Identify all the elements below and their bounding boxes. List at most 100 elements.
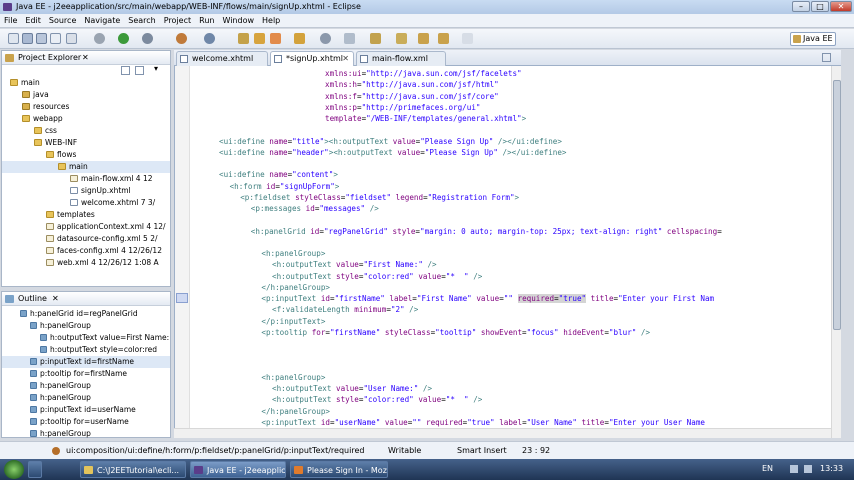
volume-icon[interactable]	[804, 465, 812, 473]
forward-arrow-icon[interactable]	[438, 33, 449, 44]
open-perspective-icon[interactable]	[204, 33, 215, 44]
close-tab-icon[interactable]: ✕	[342, 52, 349, 66]
clock[interactable]: 13:33	[820, 464, 843, 473]
open-project-icon[interactable]	[254, 33, 265, 44]
open-type-icon[interactable]	[66, 33, 77, 44]
minimize-button[interactable]: –	[792, 1, 810, 12]
outline-item[interactable]: p:tooltip for=userName	[2, 416, 170, 428]
next-annotation-icon[interactable]	[370, 33, 381, 44]
folder-icon	[34, 127, 42, 134]
tree-item[interactable]: main-flow.xml 4 12	[2, 173, 170, 185]
view-menu-icon[interactable]: ▾	[154, 64, 158, 73]
outline-item[interactable]: p:inputText id=firstName	[2, 356, 170, 368]
tree-item[interactable]: main	[2, 77, 170, 89]
save-all-icon[interactable]	[36, 33, 47, 44]
firefox-pinned-icon[interactable]	[28, 461, 42, 478]
tree-item[interactable]: web.xml 4 12/26/12 1:08 A	[2, 257, 170, 269]
taskbar-eclipse[interactable]: Java EE - j2eeapplicat...	[190, 461, 286, 478]
tree-item[interactable]: resources	[2, 101, 170, 113]
file-icon	[70, 199, 78, 206]
globe-icon[interactable]	[320, 33, 331, 44]
outline-item[interactable]: h:outputText style=color:red	[2, 344, 170, 356]
outline-item[interactable]: h:panelGrid id=regPanelGrid	[2, 308, 170, 320]
taskbar-firefox[interactable]: Please Sign In - Mozi...	[290, 461, 388, 478]
outline-item[interactable]: h:outputText value=First Name:	[2, 332, 170, 344]
new-server-icon[interactable]	[176, 33, 187, 44]
outline-item[interactable]: p:inputText id=userName	[2, 404, 170, 416]
outline-item[interactable]: h:panelGroup	[2, 320, 170, 332]
menu-window[interactable]: Window	[218, 14, 258, 28]
menu-project[interactable]: Project	[160, 14, 195, 28]
tab-signup[interactable]: *signUp.xhtml ✕	[270, 51, 354, 66]
code-token: hideEvent	[558, 327, 605, 337]
new-file-icon[interactable]	[8, 33, 19, 44]
xml-file-icon	[360, 55, 368, 63]
code-token: "signUpForm"	[279, 181, 335, 191]
code-editor[interactable]: xmlns:ui = "http://java.sun.com/jsf/facele…	[174, 66, 841, 438]
save-icon[interactable]	[22, 33, 33, 44]
editor-gutter	[175, 66, 190, 437]
pencil-icon[interactable]	[270, 33, 281, 44]
annotation-icon[interactable]	[344, 33, 355, 44]
tab-main-flow[interactable]: main-flow.xml	[356, 51, 446, 66]
menu-search[interactable]: Search	[124, 14, 159, 28]
code-token: >	[521, 114, 527, 123]
external-tools-icon[interactable]	[142, 33, 153, 44]
editor-vertical-scrollbar[interactable]	[831, 66, 841, 438]
element-node-icon	[30, 394, 37, 401]
perspective-java-ee[interactable]: Java EE	[790, 32, 836, 46]
collapse-all-icon[interactable]	[121, 66, 130, 75]
tree-item[interactable]: flows	[2, 149, 170, 161]
eclipse-app-icon	[3, 3, 12, 11]
outline-item[interactable]: p:tooltip for=firstName	[2, 368, 170, 380]
close-icon[interactable]: ✕	[82, 51, 89, 65]
maximize-button[interactable]: □	[811, 1, 829, 12]
language-indicator[interactable]: EN	[762, 464, 773, 473]
tree-item[interactable]: webapp	[2, 113, 170, 125]
menu-run[interactable]: Run	[195, 14, 218, 28]
tree-item-label: java	[33, 90, 49, 99]
outline-item[interactable]: h:panelGroup	[2, 380, 170, 392]
tab-welcome[interactable]: welcome.xhtml	[176, 51, 268, 66]
start-button[interactable]	[4, 460, 24, 479]
link-editor-icon[interactable]	[135, 66, 144, 75]
code-line: <h:form id="signUpForm">	[230, 181, 340, 193]
code-token: "User Name"	[526, 417, 577, 427]
close-icon[interactable]: ✕	[52, 292, 59, 306]
toggle-icon[interactable]	[294, 33, 305, 44]
scrollbar-thumb[interactable]	[833, 80, 841, 330]
minimize-editor-icon[interactable]	[822, 53, 831, 62]
tree-item[interactable]: templates	[2, 209, 170, 221]
run-icon[interactable]	[118, 33, 129, 44]
previous-annotation-icon[interactable]	[396, 33, 407, 44]
tree-item[interactable]: faces-config.xml 4 12/26/12	[2, 245, 170, 257]
tree-item[interactable]: main	[2, 161, 170, 173]
tree-item[interactable]: WEB-INF	[2, 137, 170, 149]
debug-icon[interactable]	[94, 33, 105, 44]
print-icon[interactable]	[50, 33, 61, 44]
tree-item[interactable]: signUp.xhtml	[2, 185, 170, 197]
menu-navigate[interactable]: Navigate	[80, 14, 124, 28]
taskbar-explorer[interactable]: C:\J2EETutorial\ecli...	[80, 461, 186, 478]
menu-help[interactable]: Help	[258, 14, 284, 28]
tree-item[interactable]: welcome.xhtml 7 3/	[2, 197, 170, 209]
outline-item-label: p:inputText id=firstName	[40, 357, 135, 366]
menu-source[interactable]: Source	[45, 14, 80, 28]
code-token: "Registration Form"	[427, 192, 515, 202]
network-icon[interactable]	[790, 465, 798, 473]
back-arrow-icon[interactable]	[418, 33, 429, 44]
outline-item[interactable]: h:panelGroup	[2, 428, 170, 440]
tree-item[interactable]: css	[2, 125, 170, 137]
menu-file[interactable]: File	[0, 14, 21, 28]
code-token: =	[717, 226, 722, 236]
editor-horizontal-scrollbar[interactable]	[174, 428, 831, 438]
close-window-button[interactable]: ✕	[830, 1, 852, 12]
outline-item[interactable]: h:panelGroup	[2, 392, 170, 404]
more-icon[interactable]	[462, 33, 473, 44]
tree-item[interactable]: applicationContext.xml 4 12/	[2, 221, 170, 233]
tree-item[interactable]: datasource-config.xml 5 2/	[2, 233, 170, 245]
open-folder-icon[interactable]	[238, 33, 249, 44]
code-token: <ui:define	[219, 170, 270, 180]
menu-edit[interactable]: Edit	[21, 14, 45, 28]
tree-item[interactable]: java	[2, 89, 170, 101]
